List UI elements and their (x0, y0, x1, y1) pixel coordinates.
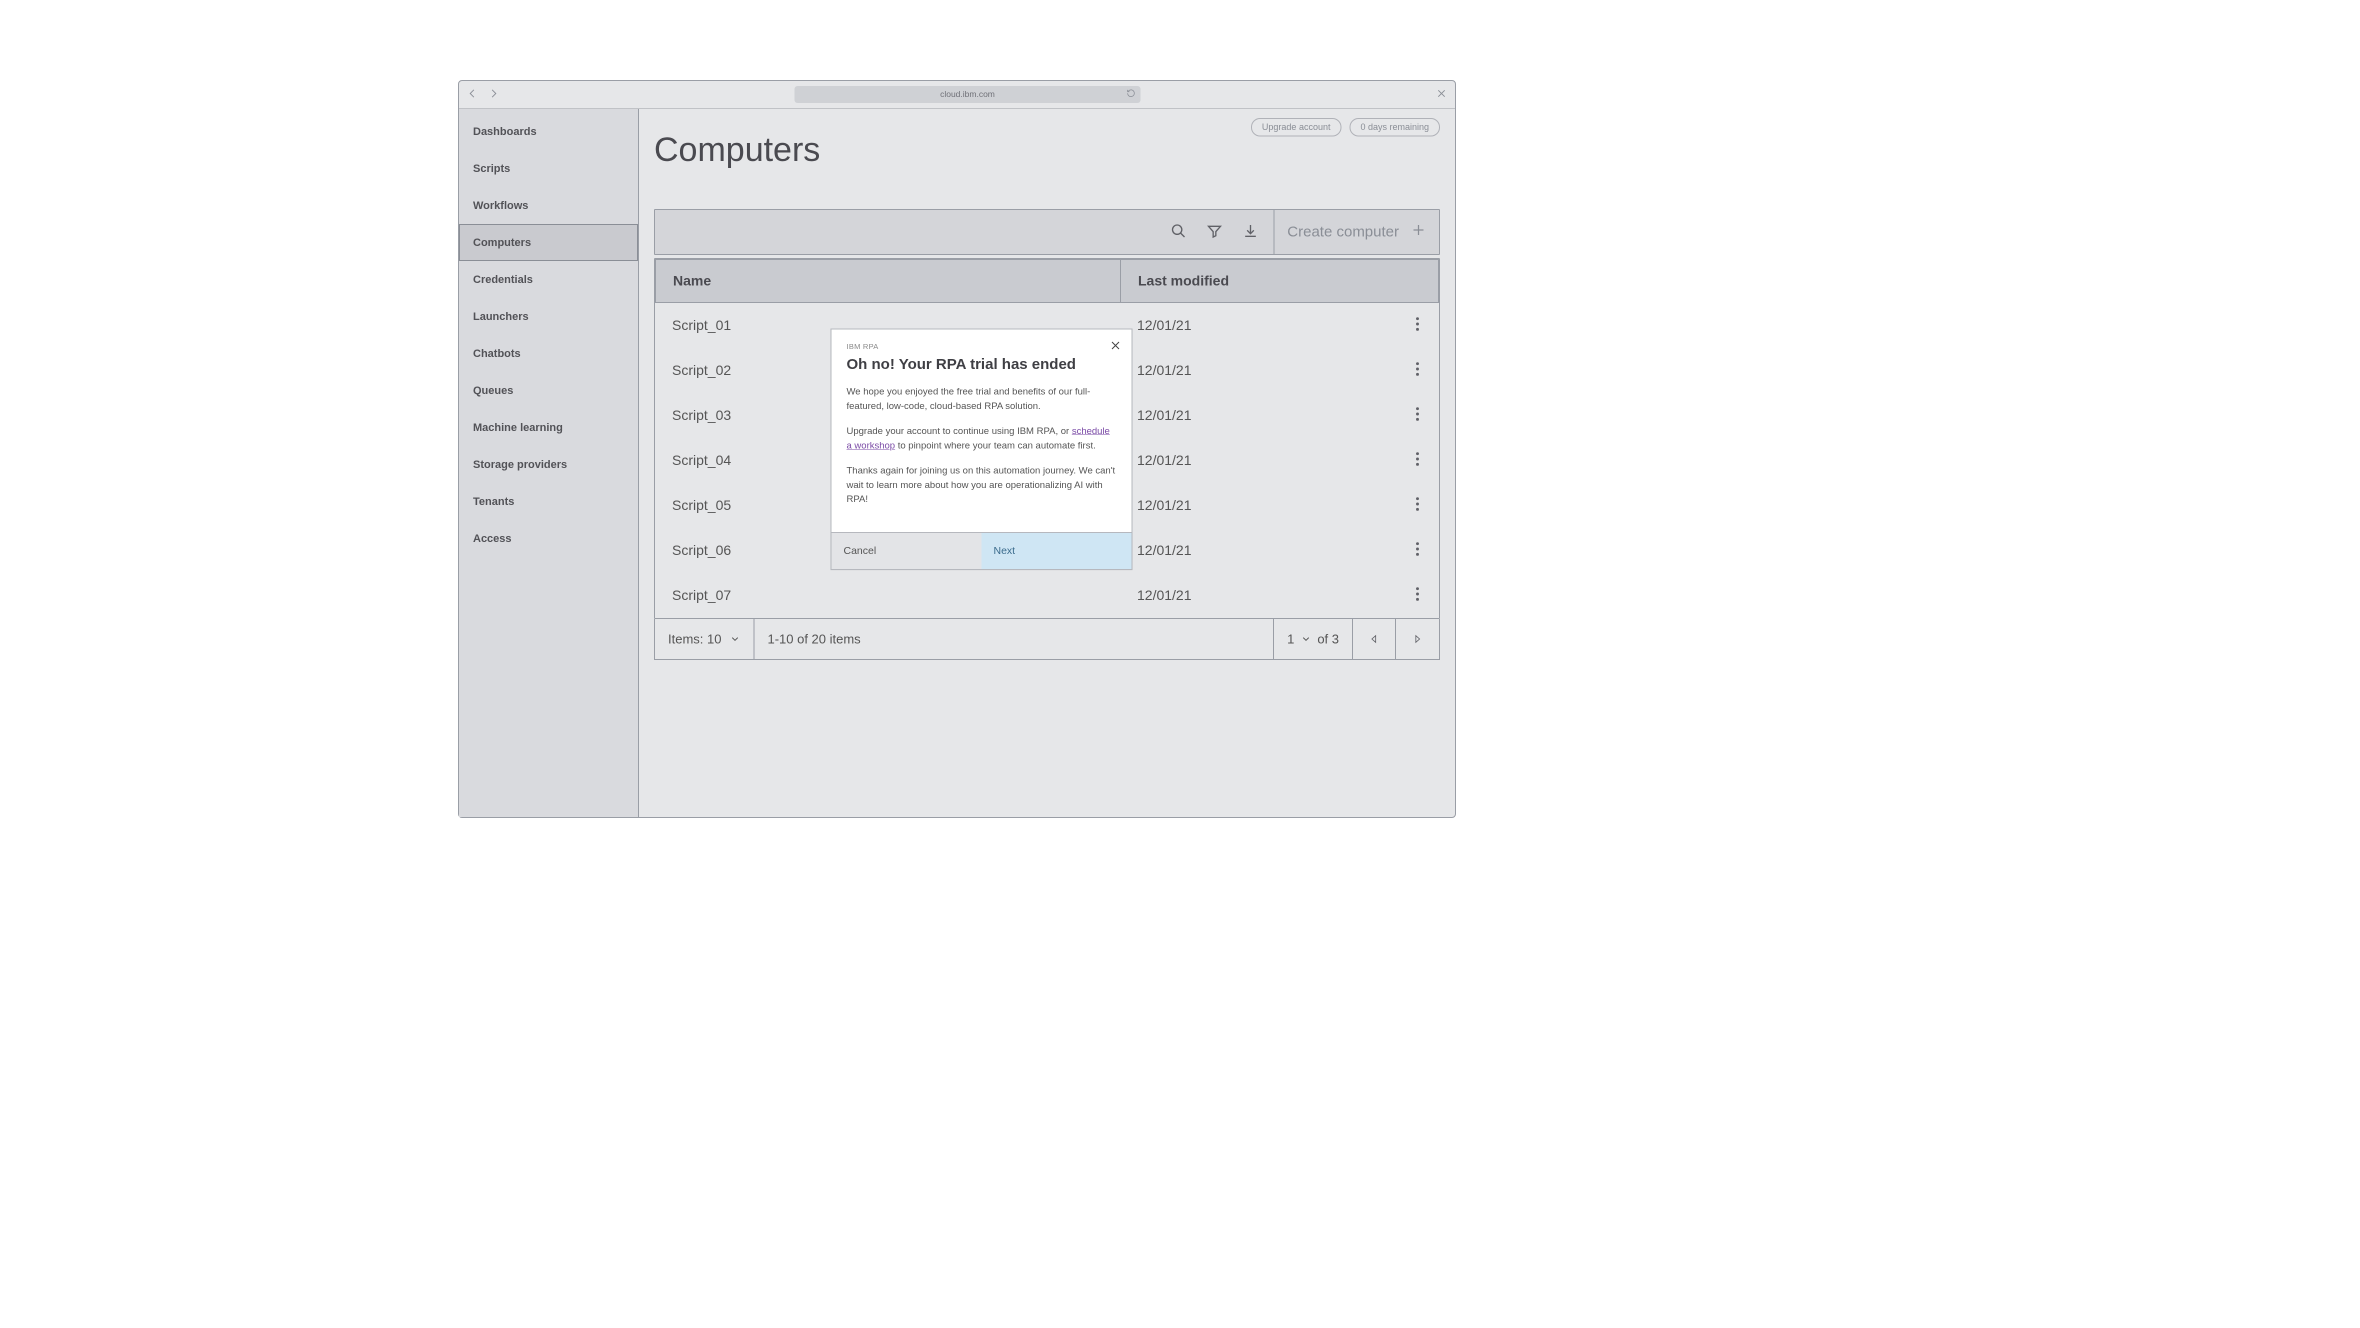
overflow-menu-icon[interactable] (1415, 451, 1420, 471)
sidebar-item-label: Scripts (473, 162, 510, 175)
modal-eyebrow: IBM RPA (847, 343, 1117, 352)
url-text: cloud.ibm.com (940, 90, 995, 100)
browser-toolbar: cloud.ibm.com (459, 81, 1455, 109)
upgrade-account-button[interactable]: Upgrade account (1251, 118, 1342, 137)
modal-body: We hope you enjoyed the free trial and b… (847, 385, 1117, 507)
create-computer-label: Create computer (1287, 224, 1399, 241)
search-icon[interactable] (1170, 223, 1186, 242)
sidebar-item-storage-providers[interactable]: Storage providers (459, 446, 638, 483)
sidebar-item-machine-learning[interactable]: Machine learning (459, 409, 638, 446)
reload-icon[interactable] (1127, 89, 1136, 101)
cell-name: Script_07 (655, 588, 1120, 604)
overflow-menu-icon[interactable] (1415, 361, 1420, 381)
sidebar-item-chatbots[interactable]: Chatbots (459, 335, 638, 372)
modal-title: Oh no! Your RPA trial has ended (847, 356, 1117, 373)
cell-last-modified: 12/01/21 (1120, 541, 1439, 561)
download-icon[interactable] (1242, 223, 1258, 242)
next-page-button[interactable] (1396, 619, 1439, 659)
trial-ended-modal: IBM RPA Oh no! Your RPA trial has ended … (831, 329, 1133, 570)
items-per-page-label: Items: 10 (668, 631, 721, 647)
page-of-label: of 3 (1317, 631, 1339, 647)
next-button[interactable]: Next (982, 533, 1132, 569)
chevron-down-icon (1300, 634, 1311, 645)
cell-last-modified: 12/01/21 (1120, 361, 1439, 381)
cell-last-modified: 12/01/21 (1120, 451, 1439, 471)
sidebar-item-access[interactable]: Access (459, 520, 638, 557)
column-header-last-modified[interactable]: Last modified (1120, 259, 1439, 303)
page-select[interactable]: 1 of 3 (1273, 619, 1353, 659)
pagination-range: 1-10 of 20 items (754, 619, 1273, 659)
table-row[interactable]: Script_0712/01/21 (655, 573, 1439, 618)
overflow-menu-icon[interactable] (1415, 406, 1420, 426)
cancel-button[interactable]: Cancel (832, 533, 982, 569)
sidebar: Dashboards Scripts Workflows Computers C… (459, 109, 639, 817)
sidebar-item-label: Queues (473, 384, 513, 397)
items-per-page-select[interactable]: Items: 10 (655, 619, 754, 659)
filter-icon[interactable] (1206, 223, 1222, 242)
sidebar-item-queues[interactable]: Queues (459, 372, 638, 409)
cell-last-modified: 12/01/21 (1120, 496, 1439, 516)
forward-icon[interactable] (488, 88, 499, 102)
cell-last-modified: 12/01/21 (1120, 586, 1439, 606)
url-bar[interactable]: cloud.ibm.com (795, 86, 1141, 103)
page-current: 1 (1287, 631, 1294, 647)
chevron-down-icon (729, 634, 740, 645)
cell-last-modified: 12/01/21 (1120, 406, 1439, 426)
sidebar-item-label: Workflows (473, 199, 528, 212)
sidebar-item-launchers[interactable]: Launchers (459, 298, 638, 335)
sidebar-item-label: Launchers (473, 310, 529, 323)
modal-paragraph-3: Thanks again for joining us on this auto… (847, 464, 1117, 507)
sidebar-item-computers[interactable]: Computers (459, 224, 638, 261)
sidebar-item-label: Credentials (473, 273, 533, 286)
back-icon[interactable] (467, 88, 478, 102)
sidebar-item-label: Access (473, 532, 512, 545)
close-window-icon[interactable] (1436, 88, 1447, 102)
sidebar-item-label: Chatbots (473, 347, 521, 360)
sidebar-item-dashboards[interactable]: Dashboards (459, 113, 638, 150)
sidebar-item-label: Storage providers (473, 458, 567, 471)
overflow-menu-icon[interactable] (1415, 586, 1420, 606)
prev-page-button[interactable] (1353, 619, 1396, 659)
plus-icon (1411, 223, 1426, 242)
sidebar-item-scripts[interactable]: Scripts (459, 150, 638, 187)
sidebar-item-credentials[interactable]: Credentials (459, 261, 638, 298)
browser-window: cloud.ibm.com Dashboards Scripts Workflo… (458, 80, 1456, 818)
table-toolbar: Create computer (654, 209, 1440, 255)
cell-last-modified: 12/01/21 (1120, 316, 1439, 336)
overflow-menu-icon[interactable] (1415, 316, 1420, 336)
overflow-menu-icon[interactable] (1415, 541, 1420, 561)
create-computer-button[interactable]: Create computer (1273, 210, 1439, 254)
modal-paragraph-1: We hope you enjoyed the free trial and b… (847, 385, 1117, 414)
sidebar-item-tenants[interactable]: Tenants (459, 483, 638, 520)
close-icon[interactable] (1110, 340, 1122, 355)
sidebar-item-label: Tenants (473, 495, 514, 508)
pagination: Items: 10 1-10 of 20 items 1 of 3 (654, 619, 1440, 660)
sidebar-item-workflows[interactable]: Workflows (459, 187, 638, 224)
column-header-name[interactable]: Name (655, 259, 1120, 303)
days-remaining-pill: 0 days remaining (1349, 118, 1440, 137)
overflow-menu-icon[interactable] (1415, 496, 1420, 516)
sidebar-item-label: Computers (473, 236, 531, 249)
sidebar-item-label: Machine learning (473, 421, 563, 434)
sidebar-item-label: Dashboards (473, 125, 537, 138)
modal-paragraph-2: Upgrade your account to continue using I… (847, 425, 1117, 454)
